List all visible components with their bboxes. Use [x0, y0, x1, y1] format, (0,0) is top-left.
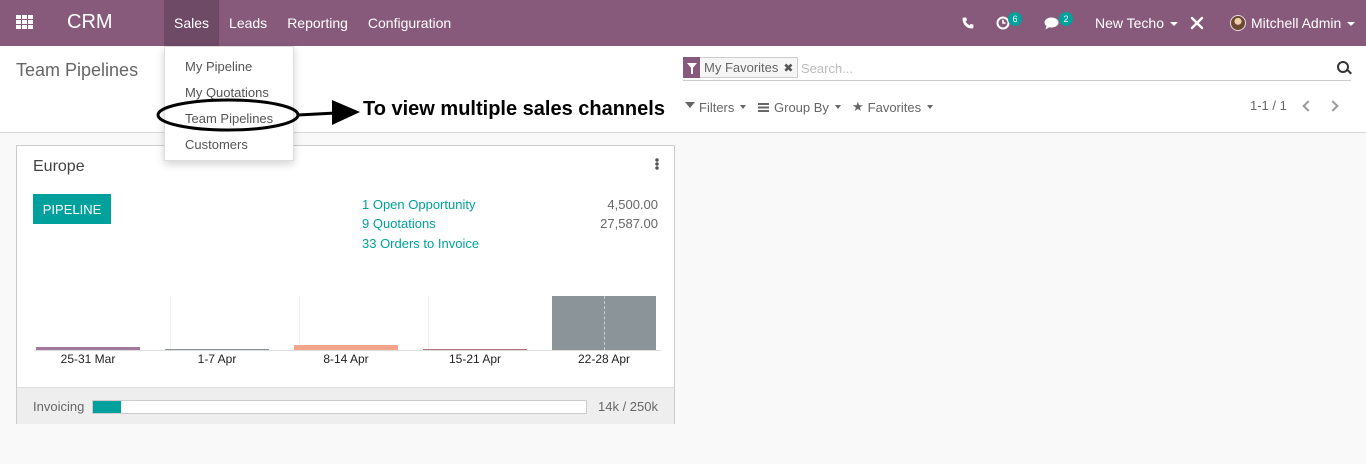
- pager-next-button[interactable]: [1326, 96, 1342, 116]
- menu-my-quotations[interactable]: My Quotations: [165, 80, 293, 106]
- orders-to-invoice-link[interactable]: 33 Orders to Invoice: [362, 236, 479, 251]
- debug-tools-icon[interactable]: [1190, 0, 1204, 46]
- chart-gridline: [298, 296, 300, 350]
- chart-category-label: 25-31 Mar: [60, 352, 116, 366]
- page-title: Team Pipelines: [16, 60, 139, 80]
- filters-label: Filters: [699, 99, 735, 115]
- open-opportunity-link[interactable]: 1 Open Opportunity: [362, 197, 475, 212]
- menu-team-pipelines[interactable]: Team Pipelines: [165, 106, 293, 132]
- app-brand[interactable]: CRM: [67, 11, 113, 34]
- quotations-link[interactable]: 9 Quotations: [362, 216, 436, 231]
- group-by-label: Group By: [774, 99, 829, 115]
- chevron-down-icon: [1170, 22, 1179, 27]
- chevron-down-icon: [1347, 22, 1356, 27]
- chart-bar[interactable]: [36, 347, 140, 350]
- sales-bar-chart: 25-31 Mar 1-7 Apr 8-14 Apr 15-21 Apr 22-28 A…: [17, 296, 676, 386]
- filter-icon: [683, 56, 700, 78]
- pager-value: 1-1 / 1: [1250, 98, 1287, 113]
- menu-sales[interactable]: Sales: [164, 0, 220, 46]
- filter-icon: [685, 102, 695, 108]
- search-input[interactable]: [801, 58, 1321, 78]
- chat-icon[interactable]: [1044, 0, 1059, 46]
- user-menu[interactable]: Mitchell Admin: [1230, 0, 1356, 46]
- facet-label: My Favorites: [704, 60, 779, 75]
- team-name[interactable]: Europe: [33, 158, 85, 176]
- chart-bar[interactable]: [165, 349, 269, 350]
- star-icon: ★: [852, 99, 864, 114]
- message-count-badge: 2: [1059, 12, 1073, 26]
- invoicing-progress-fill: [93, 401, 121, 413]
- chevron-down-icon: [834, 105, 841, 109]
- menu-customers[interactable]: Customers: [165, 132, 293, 158]
- invoicing-value: 14k / 250k: [598, 399, 658, 414]
- chart-bar[interactable]: [423, 349, 527, 350]
- invoicing-progress-bar[interactable]: [92, 400, 587, 414]
- menu-leads[interactable]: Leads: [219, 0, 277, 46]
- activity-clock-icon[interactable]: [996, 0, 1010, 46]
- open-opportunity-amount: 4,500.00: [607, 197, 658, 212]
- menu-configuration[interactable]: Configuration: [358, 0, 461, 46]
- avatar: [1230, 15, 1246, 31]
- activity-count-badge: 6: [1008, 12, 1022, 26]
- chart-category-label: 1-7 Apr: [197, 352, 237, 366]
- chart-category-label: 15-21 Apr: [448, 352, 502, 366]
- pipeline-button[interactable]: PIPELINE: [33, 194, 111, 224]
- invoicing-footer: Invoicing 14k / 250k: [17, 387, 674, 424]
- favorites-label: Favorites: [867, 99, 922, 115]
- team-kanban-card: Europe PIPELINE 1 Open Opportunity 4,500…: [16, 145, 675, 424]
- menu-reporting[interactable]: Reporting: [277, 0, 358, 46]
- close-icon[interactable]: ✖: [783, 61, 793, 75]
- user-name: Mitchell Admin: [1251, 15, 1342, 31]
- phone-icon[interactable]: [962, 0, 974, 46]
- search-bar: My Favorites ✖: [683, 56, 1351, 81]
- quotations-amount: 27,587.00: [600, 216, 658, 231]
- pager-previous-button[interactable]: [1299, 96, 1315, 116]
- search-icon[interactable]: [1337, 61, 1349, 73]
- annotation-text: To view multiple sales channels: [363, 98, 665, 120]
- card-options-icon[interactable]: [655, 158, 659, 170]
- chevron-down-icon: [927, 105, 934, 109]
- company-switcher[interactable]: New Techo: [1095, 0, 1179, 46]
- main-menu: Sales Leads Reporting Configuration: [164, 0, 461, 46]
- sales-dropdown-menu: My Pipeline My Quotations Team Pipelines…: [164, 46, 294, 161]
- search-facet: My Favorites ✖: [683, 56, 799, 78]
- apps-icon[interactable]: [16, 15, 33, 30]
- list-icon: [758, 102, 769, 112]
- chart-today-marker: [604, 296, 605, 350]
- chart-bar[interactable]: [294, 345, 398, 350]
- chart-gridline: [169, 296, 171, 350]
- top-navbar: CRM Sales Leads Reporting Configuration …: [0, 0, 1366, 46]
- chart-category-label: 8-14 Apr: [323, 352, 369, 366]
- favorites-button[interactable]: ★ Favorites: [852, 98, 934, 116]
- company-name: New Techo: [1095, 15, 1165, 31]
- chevron-down-icon: [740, 105, 747, 109]
- menu-my-pipeline[interactable]: My Pipeline: [165, 54, 293, 80]
- chart-category-label: 22-28 Apr: [577, 352, 631, 366]
- filters-button[interactable]: Filters: [685, 98, 747, 116]
- invoicing-label: Invoicing: [33, 399, 85, 414]
- group-by-button[interactable]: Group By: [758, 98, 841, 116]
- chart-gridline: [427, 296, 429, 350]
- chart-baseline: [34, 350, 661, 351]
